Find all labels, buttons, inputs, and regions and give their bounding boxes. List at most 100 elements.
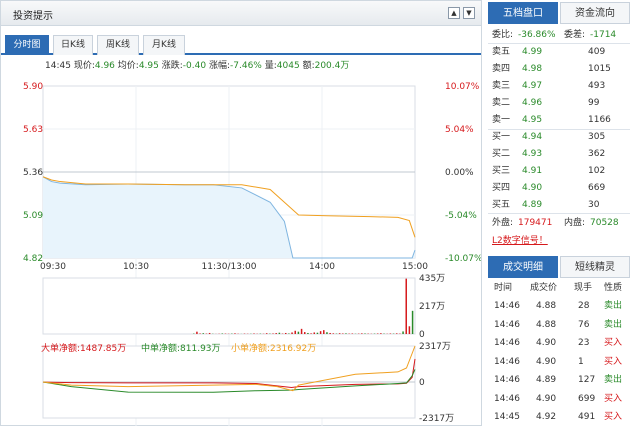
level-price: 4.91 [522, 166, 543, 176]
time-tick-label: 11:30/13:00 [202, 262, 257, 272]
ask-level-row: 卖四 4.98 1015 [490, 60, 626, 78]
level-price: 4.90 [522, 183, 543, 193]
flow-legend-small: 小单净额:2316.92万 [231, 342, 316, 354]
level-qty: 409 [588, 47, 606, 57]
level-qty: 493 [588, 81, 606, 91]
pct-tick-label: -5.04% [445, 211, 477, 221]
volume-bar [208, 332, 211, 334]
level-price: 4.98 [522, 64, 543, 74]
tab-short-term-spirit[interactable]: 短线精灵 [560, 256, 630, 278]
right-panel: 五档盘口 资金流向 委比: -36.86% 委差: -1714 卖五 4.99 40… [488, 0, 630, 426]
trade-price: 4.92 [536, 412, 557, 422]
volume-bar [284, 332, 287, 334]
tab-trade-details[interactable]: 成交明细 [488, 256, 558, 278]
scroll-up-button[interactable]: ▲ [448, 7, 460, 19]
volume-bar [294, 330, 296, 334]
trade-type: 卖出 [604, 319, 623, 330]
scroll-down-button[interactable]: ▼ [463, 7, 475, 19]
level-label: 卖四 [492, 64, 511, 74]
volume-bar [395, 333, 398, 334]
ask-level-row: 卖三 4.97 493 [490, 77, 626, 95]
order-ratio-row: 委比: -36.86% 委差: -1714 [490, 26, 626, 44]
price-tick-label: 5.36 [23, 168, 43, 178]
diff-value: -1714 [590, 30, 617, 40]
volume-bar [380, 333, 382, 334]
tab-order-book[interactable]: 五档盘口 [488, 2, 558, 24]
volume-bar [326, 332, 328, 334]
level-price: 4.89 [522, 200, 543, 210]
bid-level-row: 买三 4.91 102 [490, 162, 626, 180]
volume-bar [376, 333, 379, 334]
intraday-chart[interactable]: 5.905.635.365.094.8210.07%5.04%0.00%-5.0… [1, 56, 481, 426]
trade-tabs: 成交明细 短线精灵 [488, 256, 630, 278]
volume-bar [300, 328, 303, 334]
tab-fund-flow[interactable]: 资金流向 [560, 2, 630, 24]
trade-type: 买入 [604, 412, 623, 422]
level-qty: 669 [588, 183, 606, 193]
trade-time: 14:46 [494, 338, 520, 348]
trade-row: 14:46 4.90 699 买入 [490, 390, 626, 408]
bid-level-row: 买四 4.90 669 [490, 179, 626, 197]
panel-title: 投资提示 [13, 11, 53, 22]
flow-legend-big: 大单净额:1487.85万 [41, 342, 126, 354]
volume-bar [310, 333, 312, 334]
pct-tick-label: 10.07% [445, 82, 480, 92]
trade-type: 买入 [604, 356, 623, 367]
order-book-tabs: 五档盘口 资金流向 [488, 2, 630, 24]
trade-qty: 699 [578, 393, 596, 404]
l2-signal-row: L2数字信号！ [490, 232, 626, 250]
bid-level-row: 买二 4.93 362 [490, 145, 626, 163]
trade-qty: 1 [578, 356, 584, 367]
volume-bar [411, 310, 414, 334]
level-qty: 99 [588, 98, 600, 108]
trade-qty: 28 [578, 301, 590, 311]
trade-price: 4.88 [536, 301, 557, 311]
level-price: 4.94 [522, 132, 543, 142]
volume-bar [278, 332, 281, 334]
col-time: 时间 [494, 283, 513, 293]
level-qty: 362 [588, 149, 606, 159]
panel-header: 投资提示 ▲ ▼ [1, 1, 481, 26]
level-label: 买五 [492, 200, 511, 210]
trade-price: 4.89 [536, 375, 557, 385]
trade-type: 买入 [604, 338, 623, 348]
trade-qty: 76 [578, 319, 590, 330]
time-tick-label: 10:30 [123, 262, 149, 272]
pct-tick-label: 0.00% [445, 168, 474, 178]
flow-tick-label: -2317万 [419, 414, 454, 424]
volume-bar [345, 333, 347, 334]
tab-monthly-k[interactable]: 月K线 [143, 35, 185, 55]
level-label: 卖二 [492, 98, 511, 108]
level-price: 4.93 [522, 149, 543, 159]
volume-bar [291, 332, 293, 334]
level-qty: 1015 [588, 64, 611, 74]
flow-legend-mid: 中单净额:811.93万 [141, 342, 221, 354]
volume-bar [288, 333, 290, 334]
pct-tick-label: -10.07% [445, 254, 481, 264]
volume-bar [275, 333, 277, 334]
volume-bar [342, 333, 344, 334]
volume-bar [304, 332, 306, 334]
volume-bar [234, 333, 236, 334]
volume-bar [329, 332, 331, 334]
volume-bar [361, 333, 363, 334]
l2-signal-link[interactable]: L2数字信号！ [492, 232, 548, 250]
tab-weekly-k[interactable]: 周K线 [97, 35, 139, 55]
level-qty: 305 [588, 132, 606, 142]
outer-value: 179471 [518, 218, 553, 228]
tab-intraday[interactable]: 分时图 [5, 35, 49, 55]
trade-row: 14:46 4.90 23 买入 [490, 334, 626, 352]
trade-price: 4.90 [536, 356, 557, 367]
diff-label: 委差: [564, 30, 586, 40]
volume-bar [405, 278, 407, 334]
volume-tick-label: 217万 [419, 302, 445, 312]
trade-time: 14:46 [494, 356, 520, 367]
tab-daily-k[interactable]: 日K线 [53, 35, 93, 55]
level-price: 4.97 [522, 81, 543, 91]
trade-row: 14:46 4.88 28 卖出 [490, 297, 626, 315]
level-qty: 30 [588, 200, 600, 210]
trade-type: 卖出 [604, 301, 623, 311]
volume-bar [364, 333, 366, 334]
volume-bar [221, 333, 224, 334]
level-label: 卖一 [492, 115, 511, 125]
